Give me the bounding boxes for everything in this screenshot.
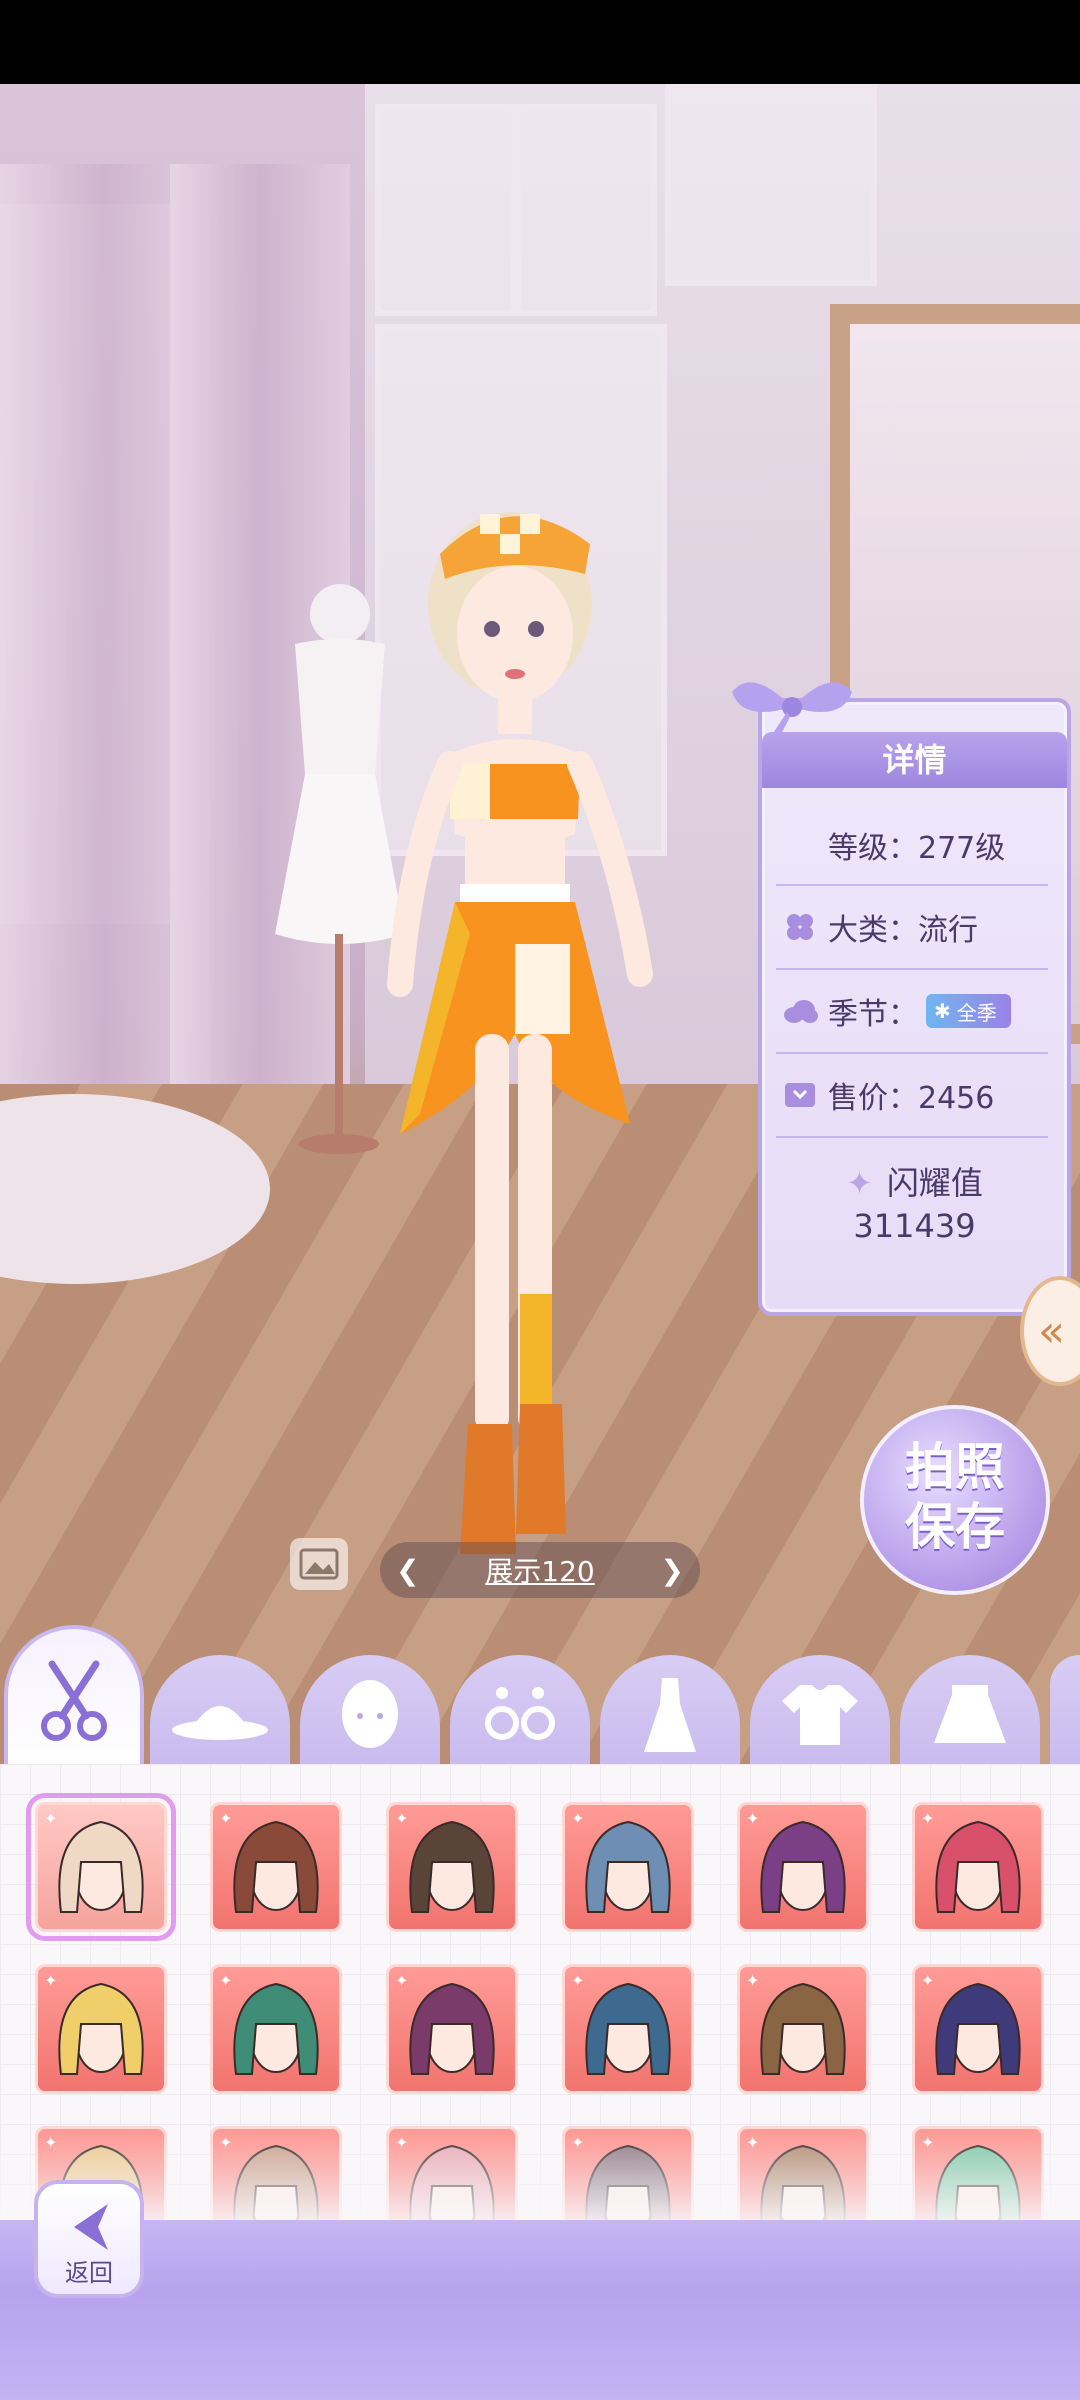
shirt-icon [782,1685,858,1745]
photo-save-button[interactable]: 拍照 保存 [860,1405,1050,1595]
hat-icon [172,1706,268,1740]
sparkle-icon: ✦ [846,1164,873,1202]
price-text: 售价：2456 [828,1081,995,1116]
chevron-left-icon[interactable]: ❮ [396,1554,419,1587]
sparkle-icon: ✦ [921,1971,935,1990]
hairstyle-item[interactable]: ✦ [210,1802,342,1932]
photo-save-line2: 保存 [905,1498,1005,1556]
hairstyle-item[interactable]: ✦ [386,1802,518,1932]
hairstyle-icon [585,1820,671,1913]
hairstyle-icon [233,1982,319,2075]
details-title: 详情 [762,732,1067,788]
sparkle-icon: ✦ [921,1809,935,1828]
double-chevron-left-icon: « [1038,1306,1065,1357]
bottom-bar [0,2220,1080,2400]
chevron-right-icon[interactable]: ❯ [661,1554,684,1587]
dress-icon [644,1678,696,1752]
hairstyle-item[interactable]: ✦ [35,1964,167,2094]
back-button[interactable]: 返回 [34,2180,144,2298]
hairstyle-item[interactable]: ✦ [912,1802,1044,1932]
tab-dress[interactable] [600,1655,740,1773]
hairstyle-item[interactable]: ✦ [562,1964,694,2094]
hairstyle-icon [760,1820,846,1913]
season-badge: ✱ 全季 [926,994,1011,1028]
showcase-selector: ❮ 展示120 ❯ [380,1542,700,1598]
hairstyle-icon [935,1982,1021,2075]
shine-value: 311439 [853,1207,976,1245]
back-label: 返回 [65,2259,113,2287]
season-label: 季节： [828,997,918,1032]
level-row: 等级：277级 [762,810,1067,880]
sparkle-icon: ✦ [571,1809,585,1828]
hairstyle-item[interactable]: ✦ [386,1964,518,2094]
hairstyle-icon [760,1982,846,2075]
sparkle-icon: ✦ [395,1809,409,1828]
season-row: 季节： ✱ 全季 [762,976,1067,1046]
details-panel: 详情 等级：277级 大类：流行 季节： ✱ 全季 售价：2456 ✦ 闪耀值 3… [732,682,1071,1316]
level-text: 等级：277级 [828,831,1006,866]
category-text: 大类：流行 [828,913,978,948]
sparkle-icon: ✦ [395,1971,409,1990]
shine-label: ✦ 闪耀值 [762,1158,1067,1204]
hairstyle-icon [58,1820,144,1913]
photo-save-line1: 拍照 [905,1438,1005,1496]
cloud-icon [782,993,818,1029]
tab-hat[interactable] [150,1655,290,1773]
tab-earrings[interactable] [450,1655,590,1773]
back-arrow-icon [74,2204,108,2250]
hairstyle-icon [409,1982,495,2075]
price-tag-icon [782,1077,818,1113]
sparkle-icon: ✦ [44,1809,58,1828]
skirt-icon [934,1685,1006,1743]
sparkle-icon: ✦ [746,1971,760,1990]
category-tabs [0,1625,1080,1773]
grid-fade [0,2130,1080,2230]
hairstyle-icon [233,1820,319,1913]
earrings-icon [485,1687,555,1740]
hairstyle-item[interactable]: ✦ [912,1964,1044,2094]
sparkle-icon: ✦ [44,1971,58,1990]
hairstyle-item[interactable]: ✦ [737,1802,869,1932]
showcase-label[interactable]: 展示120 [485,1550,594,1590]
price-row: 售价：2456 [762,1060,1067,1130]
tab-skirt[interactable] [900,1655,1040,1773]
snowflake-icon: ✱ [934,999,951,1023]
face-icon [342,1680,398,1748]
season-badge-text: 全季 [956,1000,997,1025]
tab-face[interactable] [300,1655,440,1773]
tab-hair[interactable] [4,1625,144,1773]
sparkle-icon: ✦ [219,1809,233,1828]
character-avatar [387,512,653,1554]
gallery-button[interactable] [290,1538,348,1590]
hairstyle-icon [58,1982,144,2075]
tab-more[interactable] [1050,1655,1080,1773]
hairstyle-icon [585,1982,671,2075]
picture-icon [299,1548,339,1580]
category-row: 大类：流行 [762,892,1067,962]
clover-icon [782,909,818,945]
hairstyle-item[interactable]: ✦ [737,1964,869,2094]
sparkle-icon: ✦ [219,1971,233,1990]
hairstyle-item[interactable]: ✦ [26,1793,176,1941]
hairstyle-item[interactable]: ✦ [210,1964,342,2094]
hairstyle-icon [935,1820,1021,1913]
status-bar [0,0,1080,84]
tab-top[interactable] [750,1655,890,1773]
scissors-icon [41,1660,107,1741]
sparkle-icon: ✦ [571,1971,585,1990]
sparkle-icon: ✦ [746,1809,760,1828]
hairstyle-item[interactable]: ✦ [562,1802,694,1932]
hairstyle-icon [409,1820,495,1913]
shine-label-text: 闪耀值 [886,1164,983,1202]
